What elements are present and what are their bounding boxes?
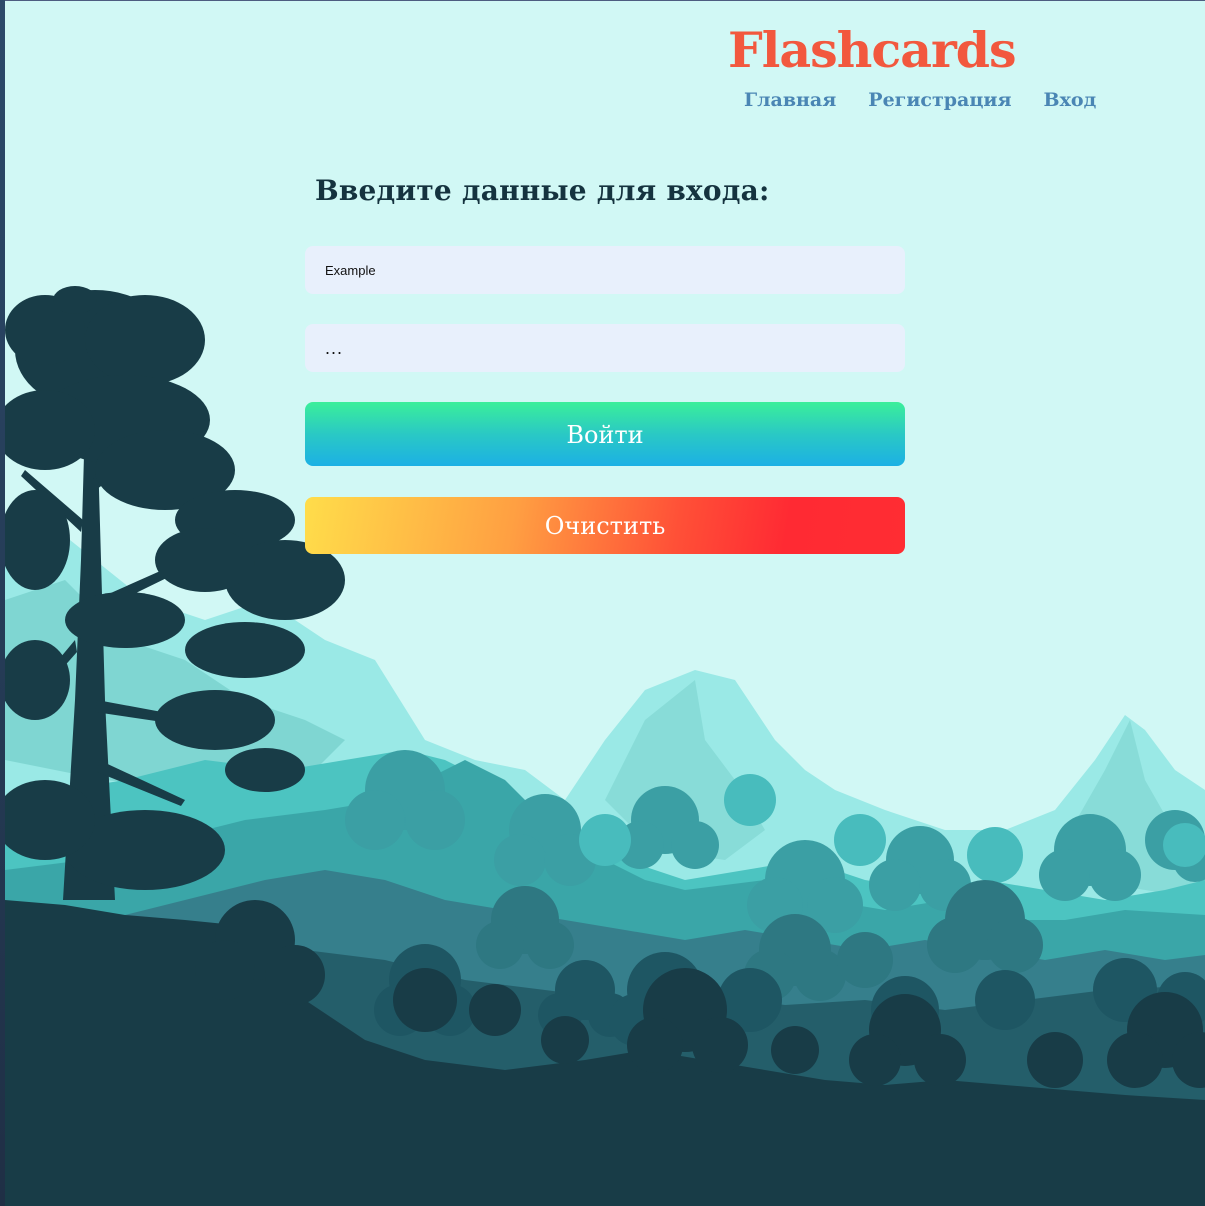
nav-link-home[interactable]: Главная (728, 86, 852, 114)
clear-form-button[interactable]: Очистить (305, 497, 905, 554)
nav-link-login[interactable]: Вход (1028, 86, 1113, 114)
nav-link-register[interactable]: Регистрация (852, 86, 1027, 114)
site-header: Flashcards Главная Регистрация Вход (728, 18, 1108, 114)
site-logo[interactable]: Flashcards (728, 18, 1108, 82)
password-input[interactable] (305, 324, 905, 372)
main-nav: Главная Регистрация Вход (728, 86, 1108, 114)
login-submit-button[interactable]: Войти (305, 402, 905, 466)
login-input[interactable] (305, 246, 905, 294)
login-form-heading: Введите данные для входа: (315, 174, 770, 207)
